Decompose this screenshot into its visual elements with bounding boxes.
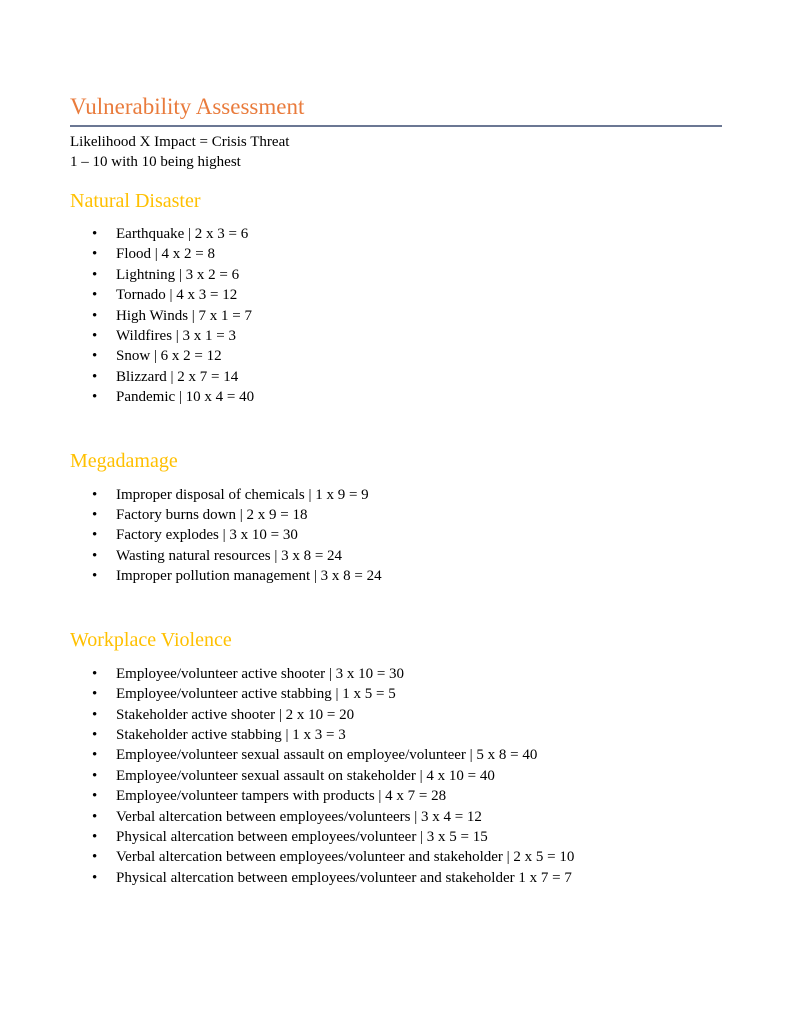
list-item: • Tornado | 4 x 3 = 12: [70, 285, 722, 305]
bullet-icon: •: [92, 726, 98, 743]
list-item-text: Earthquake | 2 x 3 = 6: [116, 226, 249, 242]
bullet-icon: •: [92, 368, 98, 385]
list-item-text: Improper disposal of chemicals | 1 x 9 =…: [116, 486, 369, 503]
list-item-text: Wasting natural resources | 3 x 8 = 24: [116, 547, 343, 564]
list-item: • Factory explodes | 3 x 10 = 30: [70, 525, 722, 545]
list-item: • Employee/volunteer sexual assault on st…: [70, 766, 722, 786]
list-item-text: Employee/volunteer sexual assault on sta…: [116, 767, 495, 784]
bullet-icon: •: [92, 266, 98, 283]
list-item: • Pandemic | 10 x 4 = 40: [70, 387, 722, 407]
list-item: • Improper disposal of chemicals | 1 x 9 …: [70, 485, 722, 505]
list-item-text: Pandemic | 10 x 4 = 40: [116, 389, 255, 406]
list-item: • Employee/volunteer sexual assault on em…: [70, 745, 722, 765]
bullet-icon: •: [92, 788, 98, 805]
bullet-icon: •: [92, 287, 98, 304]
list-item-text: Lightning | 3 x 2 = 6: [116, 266, 240, 283]
list-item: • Flood | 4 x 2 = 8: [70, 244, 722, 264]
list-item-text: Snow | 6 x 2 = 12: [116, 348, 222, 365]
bullet-icon: •: [92, 869, 98, 886]
list-item: • Physical altercation between employees/…: [70, 868, 722, 888]
section-heading: Workplace Violence: [70, 628, 232, 651]
list-item: • Wasting natural resources | 3 x 8 = 24: [70, 546, 722, 566]
list-item-text: Factory explodes | 3 x 10 = 30: [116, 527, 298, 544]
bullet-icon: •: [92, 849, 98, 866]
list-item-text: Employee/volunteer tampers with products…: [116, 788, 447, 805]
title-divider: [70, 125, 722, 127]
list-item-text: Physical altercation between employees/v…: [116, 869, 572, 886]
list-item: • Employee/volunteer active shooter | 3 x…: [70, 664, 722, 684]
list-item-text: Wildfires | 3 x 1 = 3: [116, 328, 237, 345]
section-megadamage: Megadamage • Improper disposal of chemical…: [70, 448, 722, 587]
list-item-text: Factory burns down | 2 x 9 = 18: [116, 507, 308, 524]
list-item-text: Flood | 4 x 2 = 8: [116, 246, 215, 263]
bullet-icon: •: [92, 486, 98, 503]
bullet-icon: •: [92, 507, 98, 524]
bullet-icon: •: [92, 568, 98, 585]
document-page: Vulnerability Assessment Likelihood X Im…: [70, 92, 722, 888]
list-item-text: Physical altercation between employees/v…: [116, 828, 488, 845]
bullet-icon: •: [92, 547, 98, 564]
list-item: • Lightning | 3 x 2 = 6: [70, 265, 722, 285]
list-item: • Employee/volunteer tampers with product…: [70, 786, 722, 806]
list-item: • Verbal altercation between employees/vo…: [70, 847, 722, 867]
section-workplace-violence: Workplace Violence • Employee/volunteer ac…: [70, 627, 722, 888]
list-item-text: High Winds | 7 x 1 = 7: [116, 307, 253, 324]
list-item: • Stakeholder active stabbing | 1 x 3 = 3: [70, 725, 722, 745]
list-item: • Stakeholder active shooter | 2 x 10 = 2…: [70, 705, 722, 725]
bullet-icon: •: [92, 307, 98, 324]
bullet-icon: •: [92, 527, 98, 544]
sections-container: Natural Disaster • Earthquake | 2 x 3 = 6 •…: [70, 188, 722, 888]
list-item: • Snow | 6 x 2 = 12: [70, 346, 722, 366]
list-item: • Physical altercation between employees/…: [70, 827, 722, 847]
bullet-icon: •: [92, 246, 98, 263]
list-item-text: Stakeholder active shooter | 2 x 10 = 20: [116, 706, 355, 723]
subtitle-block: Likelihood X Impact = Crisis Threat 1 – …: [70, 132, 722, 172]
risk-list: • Employee/volunteer active shooter | 3 x…: [70, 664, 722, 888]
list-item-text: Verbal altercation between employees/vol…: [116, 808, 482, 825]
list-item: • Blizzard | 2 x 7 = 14: [70, 367, 722, 387]
risk-list: • Improper disposal of chemicals | 1 x 9 …: [70, 485, 722, 587]
bullet-icon: •: [92, 686, 98, 703]
list-item-text: Blizzard | 2 x 7 = 14: [116, 368, 239, 385]
list-item: • Earthquake | 2 x 3 = 6: [70, 224, 722, 244]
risk-list: • Earthquake | 2 x 3 = 6 • Flood | 4 x 2 = …: [70, 224, 722, 408]
section-heading: Megadamage: [70, 449, 178, 472]
list-item-text: Tornado | 4 x 3 = 12: [116, 287, 238, 304]
list-item: • High Winds | 7 x 1 = 7: [70, 306, 722, 326]
bullet-icon: •: [92, 328, 98, 345]
scale-line: 1 – 10 with 10 being highest: [70, 154, 241, 170]
bullet-icon: •: [92, 747, 98, 764]
list-item: • Improper pollution management | 3 x 8 =…: [70, 566, 722, 586]
list-item: • Employee/volunteer active stabbing | 1 …: [70, 684, 722, 704]
list-item-text: Improper pollution management | 3 x 8 = …: [116, 568, 382, 585]
list-item: • Verbal altercation between employees/vo…: [70, 807, 722, 827]
document-title: Vulnerability Assessment: [70, 94, 305, 119]
bullet-icon: •: [92, 348, 98, 365]
list-item-text: Stakeholder active stabbing | 1 x 3 = 3: [116, 726, 346, 743]
list-item: • Factory burns down | 2 x 9 = 18: [70, 505, 722, 525]
bullet-icon: •: [92, 389, 98, 406]
section-heading: Natural Disaster: [70, 190, 201, 212]
section-natural-disaster: Natural Disaster • Earthquake | 2 x 3 = 6 •…: [70, 188, 722, 408]
bullet-icon: •: [92, 828, 98, 845]
bullet-icon: •: [92, 706, 98, 723]
bullet-icon: •: [92, 767, 98, 784]
bullet-icon: •: [92, 808, 98, 825]
formula-line: Likelihood X Impact = Crisis Threat: [70, 134, 290, 150]
bullet-icon: •: [92, 226, 98, 242]
list-item-text: Verbal altercation between employees/vol…: [116, 849, 575, 866]
list-item-text: Employee/volunteer sexual assault on emp…: [116, 747, 538, 764]
list-item-text: Employee/volunteer active stabbing | 1 x…: [116, 686, 396, 703]
bullet-icon: •: [92, 665, 98, 682]
list-item-text: Employee/volunteer active shooter | 3 x …: [116, 665, 405, 682]
list-item: • Wildfires | 3 x 1 = 3: [70, 326, 722, 346]
